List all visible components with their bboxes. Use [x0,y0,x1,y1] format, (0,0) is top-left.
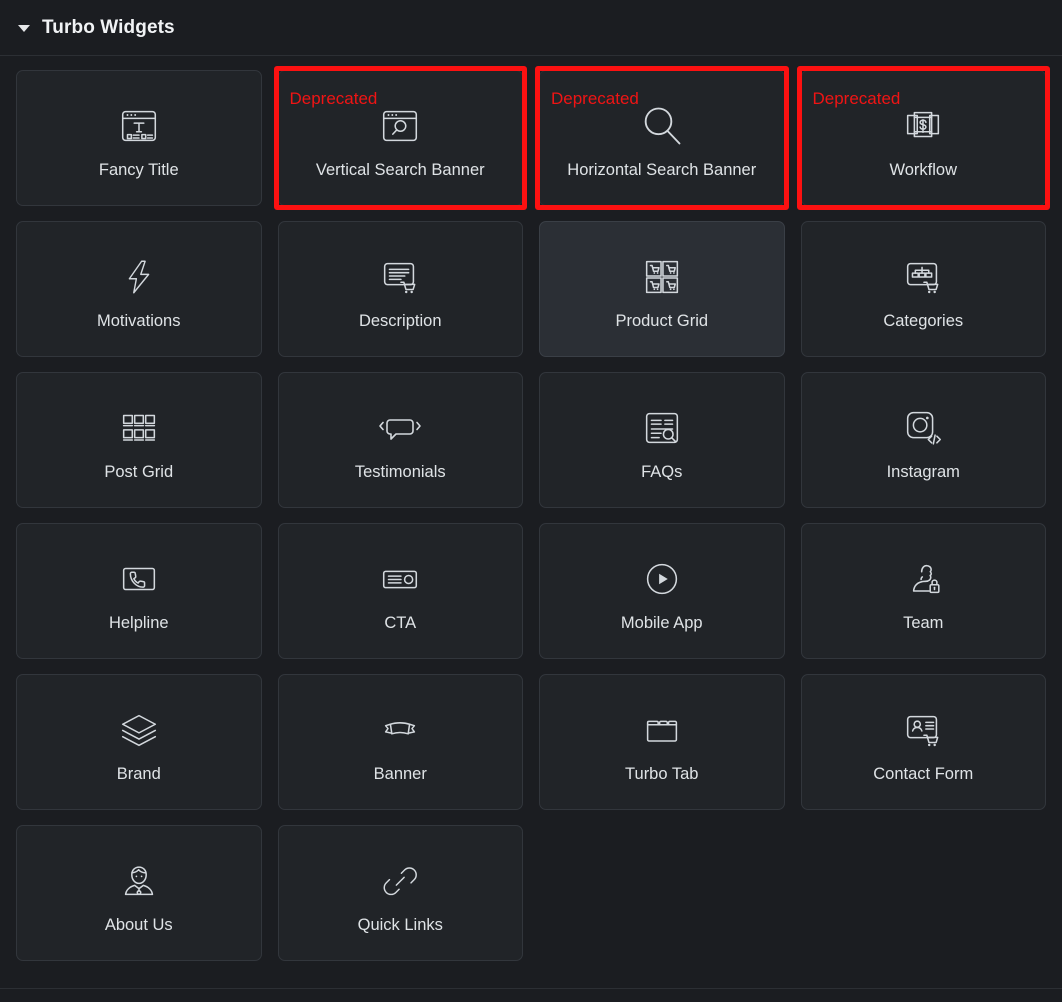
person-lock-icon [900,548,946,610]
widget-label: Vertical Search Banner [315,161,485,180]
widget-cell: Mobile App [539,523,785,659]
widget-card-testimonials[interactable]: Testimonials [277,372,523,508]
widget-card-instagram[interactable]: Instagram [800,372,1046,508]
widget-label: Instagram [886,463,960,482]
widget-card-mobile-app[interactable]: Mobile App [539,523,785,659]
widget-cell: Product Grid [539,221,785,357]
widget-card-product-grid[interactable]: Product Grid [539,221,785,357]
widget-label: Quick Links [357,916,443,935]
widget-label: FAQs [641,463,683,482]
document-search-icon [639,397,685,459]
categories-cart-icon [900,246,946,308]
folder-tabs-icon [639,699,685,761]
widget-card-contact-form[interactable]: Contact Form [800,674,1046,810]
text-card-cart-icon [377,246,423,308]
widget-label: Horizontal Search Banner [567,161,757,180]
widget-cell: Turbo Tab [539,674,785,810]
widget-card-post-grid[interactable]: Post Grid [16,372,262,508]
widget-cell: About Us [16,825,262,961]
widget-cell: Vertical Search Banner Deprecated [273,66,527,210]
magnifier-icon [634,95,690,157]
widget-cell: FAQs [539,372,785,508]
widget-card-vertical-search-banner[interactable]: Vertical Search Banner [277,70,523,206]
widget-cell: Quick Links [277,825,523,961]
chevron-down-icon[interactable] [18,25,30,32]
widget-cell: Helpline [16,523,262,659]
widget-label: Banner [373,765,427,784]
widget-cell: Post Grid [16,372,262,508]
speech-bubble-arrows-icon [376,397,424,459]
widget-cell: Brand [16,674,262,810]
person-suit-icon [116,850,162,912]
ribbon-banner-icon [377,699,423,761]
window-text-title-icon [116,95,162,157]
widget-cell: Description [277,221,523,357]
widget-card-banner[interactable]: Banner [277,674,523,810]
widget-grid: Fancy Title Vertical Search Banner Depreca… [0,56,1062,961]
widget-card-team[interactable]: Team [800,523,1046,659]
widget-card-about-us[interactable]: About Us [16,825,262,961]
cart-grid-icon [639,246,685,308]
turbo-widgets-panel: Turbo Widgets Fancy Title Vertical Search… [0,0,1062,1002]
widget-card-description[interactable]: Description [277,221,523,357]
widget-cell: Workflow Deprecated [796,66,1050,210]
widget-card-faqs[interactable]: FAQs [539,372,785,508]
widget-cell: Team [800,523,1046,659]
widget-card-workflow[interactable]: Workflow [800,70,1046,206]
widget-label: Product Grid [615,312,709,331]
layers-stack-icon [116,699,162,761]
widget-card-horizontal-search-banner[interactable]: Horizontal Search Banner [539,70,785,206]
cta-banner-icon [377,548,423,610]
widget-label: About Us [104,916,173,935]
widget-label: Workflow [889,161,958,180]
bottom-divider [0,988,1062,989]
widget-cell: Testimonials [277,372,523,508]
widget-label: Testimonials [354,463,446,482]
widget-cell: Motivations [16,221,262,357]
widget-label: Brand [116,765,161,784]
widget-label: Contact Form [873,765,974,784]
widget-label: Motivations [97,312,181,331]
page-title: Turbo Widgets [42,16,175,38]
widget-card-cta[interactable]: CTA [277,523,523,659]
widget-card-quick-links[interactable]: Quick Links [277,825,523,961]
window-search-icon [377,95,423,157]
widget-cell: Categories [800,221,1046,357]
widget-cell: Horizontal Search Banner Deprecated [535,66,789,210]
widget-label: Description [358,312,442,331]
play-circle-icon [639,548,685,610]
lightning-bolt-icon [118,246,160,308]
widget-cell: Instagram [800,372,1046,508]
widget-card-fancy-title[interactable]: Fancy Title [16,70,262,206]
widget-card-categories[interactable]: Categories [800,221,1046,357]
widget-label: Helpline [108,614,169,633]
widget-label: Turbo Tab [625,765,699,784]
widget-label: Categories [883,312,964,331]
widget-card-helpline[interactable]: Helpline [16,523,262,659]
widget-cell: Banner [277,674,523,810]
contact-card-cart-icon [900,699,946,761]
panel-header[interactable]: Turbo Widgets [0,0,1062,56]
chain-link-icon [378,850,422,912]
widget-label: Post Grid [104,463,174,482]
widget-card-motivations[interactable]: Motivations [16,221,262,357]
phone-card-icon [116,548,162,610]
widget-label: Fancy Title [98,161,179,180]
widget-label: Team [903,614,944,633]
instagram-code-icon [900,397,946,459]
widget-card-brand[interactable]: Brand [16,674,262,810]
cards-dollar-icon [900,95,946,157]
widget-card-turbo-tab[interactable]: Turbo Tab [539,674,785,810]
widget-cell: Contact Form [800,674,1046,810]
widget-cell: CTA [277,523,523,659]
widget-cell: Fancy Title [16,70,262,206]
post-grid-icon [116,397,162,459]
widget-label: Mobile App [620,614,703,633]
widget-label: CTA [384,614,417,633]
